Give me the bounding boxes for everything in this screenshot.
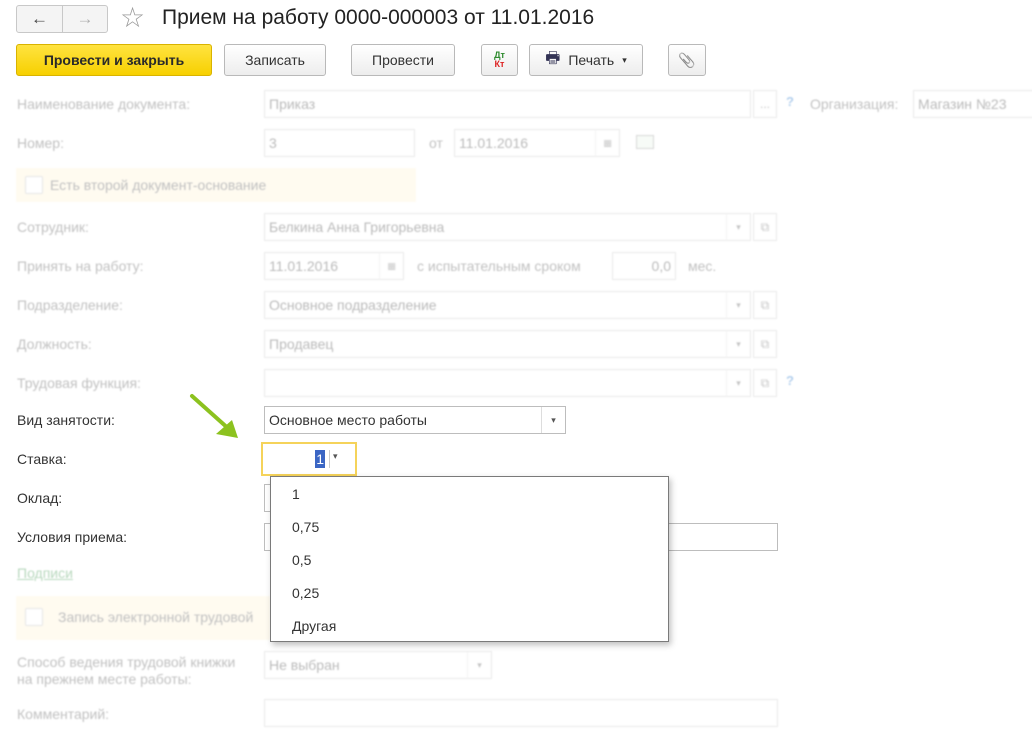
comment-field[interactable]	[264, 699, 778, 727]
rate-option[interactable]: 1	[271, 477, 668, 510]
calendar-icon[interactable]: ▦	[379, 253, 403, 279]
document-date-field[interactable]: 11.01.2016 ▦	[454, 129, 620, 157]
rate-value: 1	[315, 450, 325, 468]
chevron-down-icon[interactable]: ▾	[467, 652, 491, 678]
kt-label: Кт	[494, 59, 505, 69]
employee-field[interactable]: Белкина Анна Григорьевна ▾	[264, 213, 751, 241]
chevron-down-icon[interactable]: ▾	[726, 214, 750, 240]
book-method-field[interactable]: Не выбран ▾	[264, 651, 492, 679]
help-icon[interactable]: ?	[786, 373, 794, 388]
open-icon[interactable]: ⧉	[753, 330, 777, 358]
dt-kt-icon: Дт Кт	[494, 51, 505, 69]
rate-field[interactable]: 1 ▾	[261, 442, 357, 476]
labor-function-field[interactable]: ▾	[264, 369, 751, 397]
employee-value: Белкина Анна Григорьевна	[269, 219, 445, 235]
star-icon[interactable]: ☆	[120, 2, 145, 34]
print-button[interactable]: 🖶 Печать ▾	[529, 44, 643, 76]
chevron-down-icon[interactable]: ▾	[726, 370, 750, 396]
date-from-label: от	[429, 135, 443, 151]
rate-divider	[329, 450, 330, 468]
chevron-down-icon[interactable]: ▾	[541, 407, 565, 433]
doc-name-value: Приказ	[269, 96, 316, 112]
position-field[interactable]: Продавец ▾	[264, 330, 751, 358]
second-doc-label: Есть второй документ-основание	[50, 177, 267, 193]
calendar-icon[interactable]: ▦	[595, 130, 619, 156]
rate-dropdown-list: 1 0,75 0,5 0,25 Другая	[270, 476, 669, 642]
attach-button[interactable]: 📎	[668, 44, 706, 76]
post-button[interactable]: Провести	[351, 44, 455, 76]
conditions-field-right[interactable]	[668, 523, 778, 551]
employment-type-field[interactable]: Основное место работы ▾	[264, 406, 566, 434]
employee-label: Сотрудник:	[17, 219, 89, 235]
signatures-link[interactable]: Подписи	[17, 565, 73, 581]
probation-field[interactable]: 0,0	[612, 252, 676, 280]
paperclip-icon: 📎	[678, 51, 696, 68]
department-field[interactable]: Основное подразделение ▾	[264, 291, 751, 319]
organization-value: Магазин №23	[918, 96, 1007, 112]
number-value: 3	[269, 135, 277, 151]
rate-option[interactable]: 0,75	[271, 510, 668, 543]
number-field[interactable]: 3	[264, 129, 415, 157]
organization-label: Организация:	[810, 96, 899, 112]
document-date-value: 11.01.2016	[459, 135, 529, 151]
electronic-book-label: Запись электронной трудовой	[58, 609, 254, 625]
doc-name-field[interactable]: Приказ	[264, 90, 751, 118]
organization-field[interactable]: Магазин №23	[913, 90, 1032, 118]
probation-label: с испытательным сроком	[417, 258, 581, 274]
probation-unit: мес.	[688, 258, 717, 274]
rate-option[interactable]: 0,5	[271, 543, 668, 576]
page-title: Прием на работу 0000-000003 от 11.01.201…	[162, 6, 595, 29]
forward-icon[interactable]: →	[61, 6, 107, 32]
employment-type-value: Основное место работы	[269, 412, 427, 428]
book-method-label-2: на прежнем месте работы:	[17, 671, 192, 687]
post-and-close-button[interactable]: Провести и закрыть	[16, 44, 212, 76]
save-button[interactable]: Записать	[224, 44, 326, 76]
chevron-down-icon[interactable]: ▾	[726, 292, 750, 318]
chevron-down-icon[interactable]: ▾	[726, 331, 750, 357]
employment-type-label: Вид занятости:	[17, 412, 115, 428]
rate-option[interactable]: 0,25	[271, 576, 668, 609]
open-icon[interactable]: ⧉	[753, 213, 777, 241]
printer-icon: 🖶	[545, 49, 561, 67]
rate-label: Ставка:	[17, 451, 67, 467]
labor-function-label: Трудовая функция:	[17, 375, 141, 391]
second-doc-checkbox[interactable]	[25, 176, 43, 194]
open-icon[interactable]: ⧉	[753, 291, 777, 319]
conditions-label: Условия приема:	[17, 529, 128, 545]
department-value: Основное подразделение	[269, 297, 437, 313]
chevron-down-icon: ▾	[622, 54, 627, 65]
open-icon[interactable]: ⧉	[753, 369, 777, 397]
book-method-label-1: Способ ведения трудовой книжки	[17, 654, 236, 670]
number-label: Номер:	[17, 135, 64, 151]
rate-option[interactable]: Другая	[271, 609, 668, 642]
probation-value: 0,0	[651, 258, 671, 274]
print-label: Печать	[568, 52, 615, 68]
green-arrow-icon	[190, 394, 238, 438]
hire-date-field[interactable]: 11.01.2016 ▦	[264, 252, 404, 280]
position-label: Должность:	[17, 336, 92, 352]
doc-name-label: Наименование документа:	[17, 96, 191, 112]
help-icon[interactable]: ?	[786, 94, 794, 109]
hire-date-value: 11.01.2016	[269, 258, 339, 274]
nav-buttons: ← →	[16, 5, 108, 33]
doc-name-select-button[interactable]: ...	[753, 90, 777, 118]
rate-input[interactable]: 1	[263, 444, 327, 474]
checked-doc-icon[interactable]	[636, 135, 654, 149]
position-value: Продавец	[269, 336, 334, 352]
form-upper-faded: Наименование документа: Приказ ... ? Орг…	[0, 80, 1032, 400]
hire-date-label: Принять на работу:	[17, 258, 144, 274]
department-label: Подразделение:	[17, 297, 123, 313]
chevron-down-icon[interactable]: ▾	[333, 451, 338, 462]
electronic-book-checkbox[interactable]	[25, 608, 43, 626]
dt-kt-button[interactable]: Дт Кт	[481, 44, 518, 76]
comment-label: Комментарий:	[17, 706, 110, 722]
book-method-value: Не выбран	[269, 657, 340, 673]
salary-label: Оклад:	[17, 490, 63, 506]
back-icon[interactable]: ←	[17, 6, 62, 32]
